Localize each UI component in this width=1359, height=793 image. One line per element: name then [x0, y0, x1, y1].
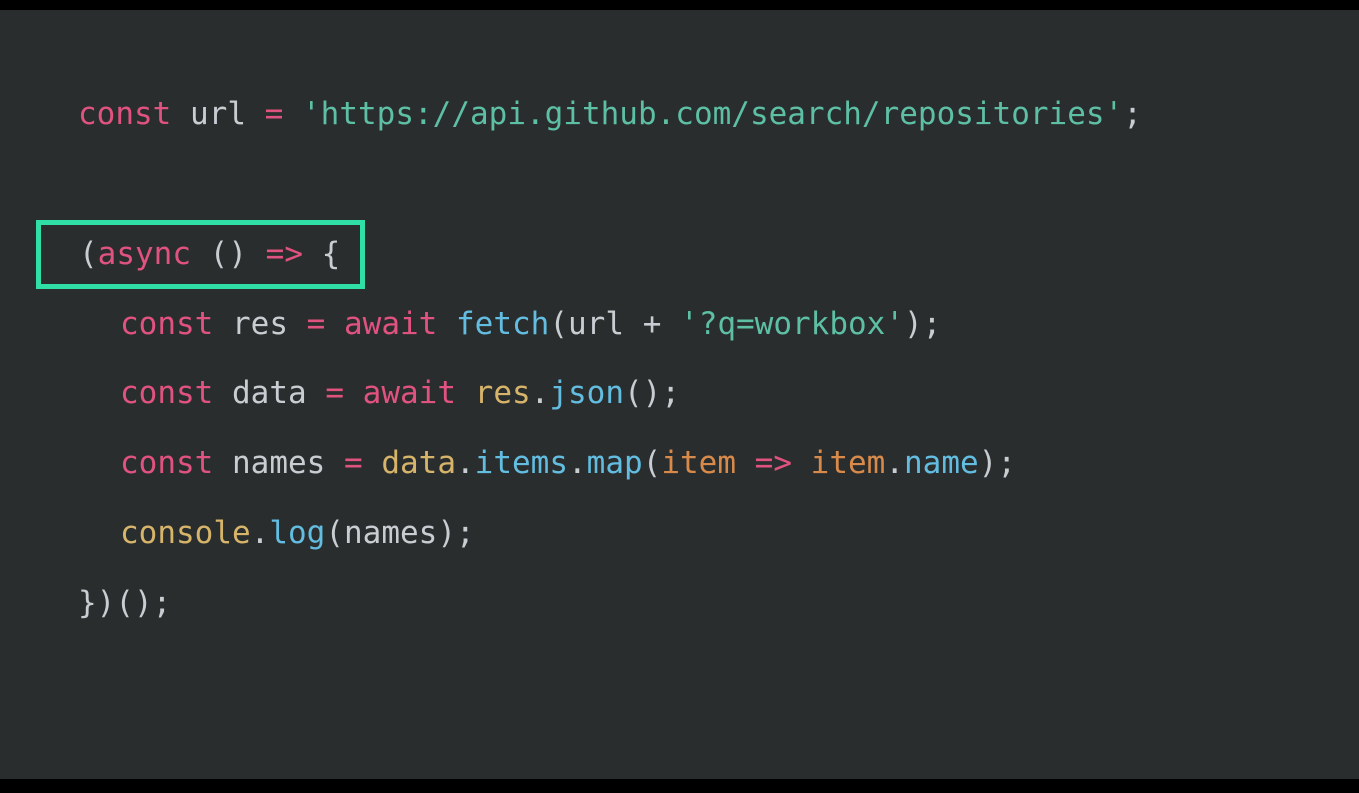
letterbox-top: [0, 0, 1359, 10]
parens: (): [624, 375, 661, 411]
parens: (): [210, 236, 247, 272]
operator-plus: +: [643, 306, 662, 342]
identifier: url: [190, 96, 246, 132]
arrow: =>: [266, 236, 303, 272]
paren: ): [904, 306, 923, 342]
operator-assign: =: [325, 375, 344, 411]
blank-line: [78, 150, 1359, 220]
operator-assign: =: [344, 445, 363, 481]
operator-assign: =: [265, 96, 284, 132]
semicolon: ;: [661, 375, 680, 411]
param: item: [811, 445, 886, 481]
operator-assign: =: [307, 306, 326, 342]
method: json: [549, 375, 624, 411]
keyword-const: const: [78, 96, 171, 132]
identifier: names: [232, 445, 325, 481]
dot: .: [568, 445, 587, 481]
keyword-const: const: [120, 375, 213, 411]
keyword-await: await: [344, 306, 437, 342]
paren: (: [549, 306, 568, 342]
semicolon: ;: [456, 515, 475, 551]
highlight-box: (async () => {: [36, 220, 365, 289]
identifier: names: [344, 515, 437, 551]
code-line-6: console.log(names);: [78, 499, 1359, 569]
param: item: [661, 445, 736, 481]
keyword-const: const: [120, 306, 213, 342]
keyword-await: await: [363, 375, 456, 411]
object: data: [381, 445, 456, 481]
object: console: [120, 515, 251, 551]
dot: .: [531, 375, 550, 411]
keyword-const: const: [120, 445, 213, 481]
paren: ): [979, 445, 998, 481]
identifier: res: [232, 306, 288, 342]
paren: (: [643, 445, 662, 481]
code-line-4: const data = await res.json();: [78, 359, 1359, 429]
keyword-async: async: [98, 236, 191, 272]
arrow: =>: [755, 445, 792, 481]
semicolon: ;: [923, 306, 942, 342]
semicolon: ;: [997, 445, 1016, 481]
property: name: [904, 445, 979, 481]
object: res: [475, 375, 531, 411]
dot: .: [251, 515, 270, 551]
code-line-1: const url = 'https://api.github.com/sear…: [78, 80, 1359, 150]
code-line-2: (async () => {: [78, 220, 1359, 290]
identifier: url: [568, 306, 624, 342]
paren: (: [325, 515, 344, 551]
identifier: data: [232, 375, 307, 411]
dot: .: [885, 445, 904, 481]
semicolon: ;: [1123, 96, 1142, 132]
method: log: [269, 515, 325, 551]
function-call: fetch: [456, 306, 549, 342]
code-editor: const url = 'https://api.github.com/sear…: [0, 0, 1359, 793]
paren: (: [79, 236, 98, 272]
property: items: [475, 445, 568, 481]
code-line-3: const res = await fetch(url + '?q=workbo…: [78, 290, 1359, 360]
string-literal: '?q=workbox': [680, 306, 904, 342]
dot: .: [456, 445, 475, 481]
code-line-5: const names = data.items.map(item => ite…: [78, 429, 1359, 499]
method: map: [587, 445, 643, 481]
brace: {: [322, 236, 341, 272]
paren: ): [437, 515, 456, 551]
letterbox-bottom: [0, 779, 1359, 793]
code-line-7: })();: [78, 569, 1359, 639]
closing: })();: [78, 585, 171, 621]
string-literal: 'https://api.github.com/search/repositor…: [302, 96, 1123, 132]
